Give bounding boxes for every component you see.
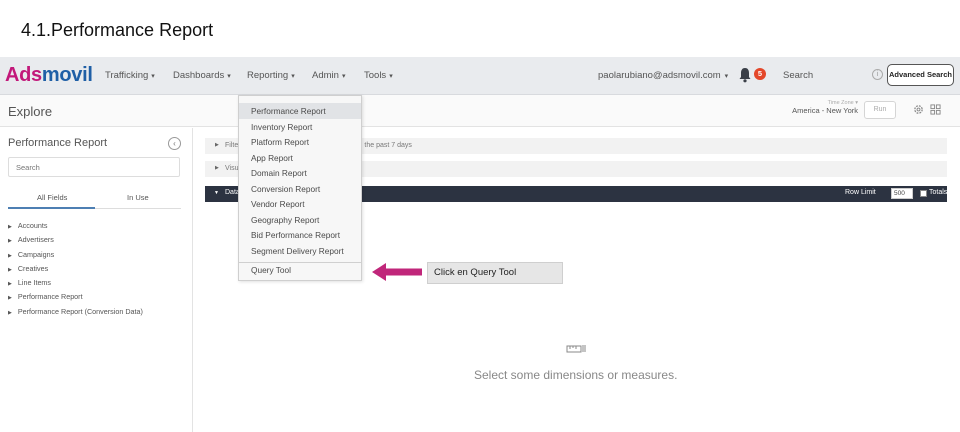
- visualization-label: Visu: [225, 165, 239, 172]
- notification-badge: 5: [754, 68, 766, 80]
- field-search-input[interactable]: [8, 157, 180, 177]
- page-title: Explore: [8, 104, 53, 119]
- slide-title: 4.1.Performance Report: [21, 20, 214, 40]
- menu-trafficking-label: Trafficking: [105, 70, 149, 81]
- chevron-down-icon: ▾: [227, 73, 231, 80]
- arrow-left-icon: [372, 263, 422, 281]
- menu-item-vendor-report[interactable]: Vendor Report: [251, 199, 305, 209]
- explore-header: Explore Time Zone ▾ America - New York R…: [0, 95, 960, 127]
- menu-item-query-tool[interactable]: Query Tool: [251, 265, 291, 275]
- totals-label: Totals: [929, 189, 948, 196]
- empty-state-message: Select some dimensions or measures.: [474, 368, 678, 382]
- logo-part2: movil: [41, 64, 93, 86]
- info-icon[interactable]: i: [872, 69, 883, 80]
- menu-trafficking[interactable]: Trafficking ▾: [105, 70, 155, 81]
- caret-right-icon: ▶: [215, 165, 219, 171]
- menu-item-performance-report[interactable]: Performance Report: [251, 106, 326, 116]
- caret-right-icon: ▶: [8, 295, 12, 302]
- brand-logo[interactable]: Adsmovil: [5, 64, 93, 87]
- active-tab-indicator: [8, 207, 95, 209]
- row-limit-input[interactable]: [891, 188, 913, 199]
- menu-admin[interactable]: Admin ▾: [312, 70, 345, 81]
- chevron-down-icon: ▾: [389, 73, 393, 80]
- app-window: Adsmovil Trafficking ▾ Dashboards ▾ Report…: [0, 57, 960, 432]
- menu-dashboards-label: Dashboards: [173, 70, 225, 81]
- menu-item-conversion-report[interactable]: Conversion Report: [251, 184, 320, 194]
- caret-right-icon: ▶: [8, 238, 12, 245]
- row-limit-label: Row Limit: [845, 189, 876, 196]
- caret-right-icon: ▶: [8, 252, 12, 259]
- caret-right-icon: ▶: [8, 281, 12, 288]
- ruler-icon: [566, 345, 586, 353]
- menu-divider: [239, 262, 361, 263]
- menu-reporting[interactable]: Reporting ▾: [247, 70, 295, 81]
- nav-search[interactable]: Search: [783, 70, 813, 81]
- caret-right-icon: ▶: [8, 309, 12, 316]
- tab-in-use[interactable]: In Use: [127, 193, 149, 202]
- tab-all-fields[interactable]: All Fields: [37, 193, 67, 202]
- caret-right-icon: ▶: [215, 142, 219, 148]
- logo-part1: Ads: [5, 64, 42, 86]
- caret-right-icon: ▶: [8, 266, 12, 273]
- user-email: paolarubiano@adsmovil.com: [598, 70, 721, 81]
- run-button[interactable]: Run: [864, 101, 896, 119]
- annotation-callout: Click en Query Tool: [427, 262, 563, 284]
- gear-icon[interactable]: [913, 104, 924, 115]
- bell-icon[interactable]: [738, 67, 752, 83]
- field-picker-panel: Performance Report ‹ All Fields In Use ▶…: [0, 128, 193, 432]
- caret-down-icon: ▼: [214, 190, 219, 196]
- caret-right-icon: ▶: [8, 224, 12, 230]
- menu-tools[interactable]: Tools ▾: [364, 70, 393, 81]
- menu-item-segment-delivery-report[interactable]: Segment Delivery Report: [251, 246, 344, 256]
- field-group-campaigns[interactable]: ▶ Campaigns: [8, 248, 143, 262]
- menu-reporting-label: Reporting: [247, 70, 289, 81]
- menu-item-platform-report[interactable]: Platform Report: [251, 137, 309, 147]
- time-zone-selector[interactable]: Time Zone ▾ America - New York: [786, 100, 858, 115]
- totals-checkbox[interactable]: [920, 190, 927, 197]
- chevron-down-icon: ▾: [151, 73, 155, 80]
- menu-tools-label: Tools: [364, 70, 387, 81]
- tab-divider: [95, 208, 181, 209]
- time-zone-value: America - New York: [792, 106, 858, 115]
- menu-item-domain-report[interactable]: Domain Report: [251, 168, 307, 178]
- menu-item-geography-report[interactable]: Geography Report: [251, 215, 319, 225]
- field-group-creatives[interactable]: ▶ Creatives: [8, 262, 143, 276]
- reporting-dropdown-menu: Performance Report Inventory Report Plat…: [238, 95, 362, 281]
- filters-summary: in the past 7 days: [357, 142, 412, 149]
- top-navbar: Adsmovil Trafficking ▾ Dashboards ▾ Report…: [0, 57, 960, 95]
- filters-label: Filte: [225, 142, 239, 149]
- chevron-down-icon: ▾: [291, 73, 295, 80]
- field-group-advertisers[interactable]: ▶ Advertisers: [8, 233, 143, 247]
- chevron-left-icon[interactable]: ‹: [168, 137, 181, 150]
- field-group-line-items[interactable]: ▶ Line Items: [8, 276, 143, 290]
- advanced-search-button[interactable]: Advanced Search: [887, 64, 954, 86]
- menu-item-bid-performance-report[interactable]: Bid Performance Report: [251, 230, 340, 240]
- grid-icon[interactable]: [930, 104, 941, 115]
- menu-item-app-report[interactable]: App Report: [251, 153, 293, 163]
- menu-admin-label: Admin: [312, 70, 339, 81]
- chevron-down-icon: ▾: [724, 73, 729, 80]
- field-group-performance-conversion[interactable]: ▶ Performance Report (Conversion Data): [8, 305, 143, 319]
- chevron-down-icon: ▾: [341, 73, 346, 80]
- field-group-accounts[interactable]: ▶ Accounts: [8, 219, 143, 233]
- menu-item-inventory-report[interactable]: Inventory Report: [251, 122, 312, 132]
- field-list: ▶ Accounts ▶ Advertisers ▶ Campaigns ▶ Creat…: [8, 219, 143, 319]
- menu-dashboards[interactable]: Dashboards ▾: [173, 70, 231, 81]
- user-menu[interactable]: paolarubiano@adsmovil.com ▾: [598, 70, 728, 81]
- panel-title: Performance Report: [8, 137, 108, 149]
- field-group-performance-report[interactable]: ▶ Performance Report: [8, 290, 143, 304]
